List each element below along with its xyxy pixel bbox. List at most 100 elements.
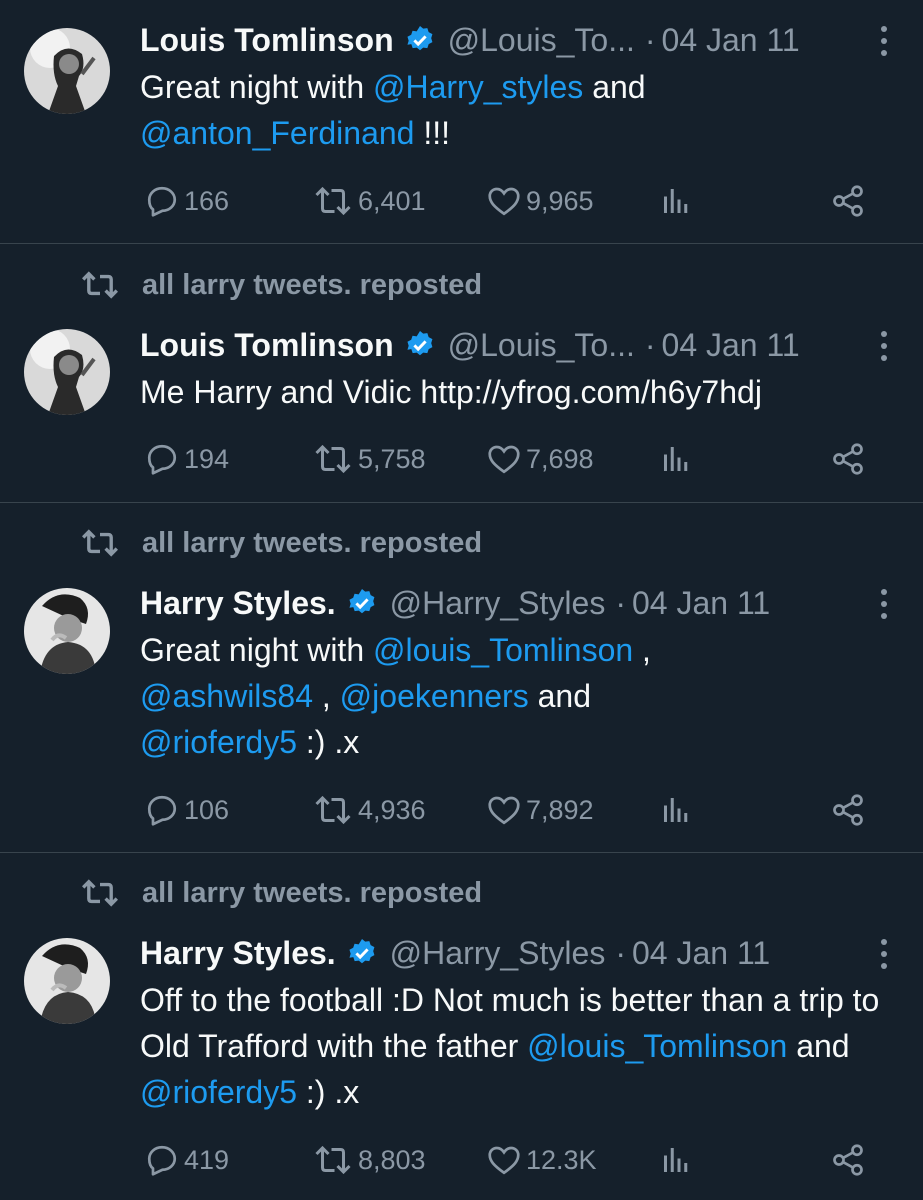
text-segment: Great night with <box>140 69 373 105</box>
mention-link[interactable]: @rioferdy5 <box>140 724 297 760</box>
views-button[interactable] <box>658 181 698 221</box>
share-button[interactable] <box>830 439 870 479</box>
reply-button[interactable]: 419 <box>144 1140 229 1180</box>
author-name[interactable]: Louis Tomlinson <box>140 22 394 59</box>
reply-count: 106 <box>184 794 230 825</box>
text-segment: :) .x <box>296 724 360 760</box>
repost-context[interactable]: all larry tweets. reposted <box>80 525 482 561</box>
heart-icon <box>488 1146 520 1175</box>
like-button[interactable]: 12.3K <box>486 1140 597 1180</box>
repost-icon <box>315 444 351 474</box>
share-icon <box>833 185 863 217</box>
reply-button[interactable]: 106 <box>144 790 229 830</box>
heart-icon <box>488 796 520 825</box>
tweet-date[interactable]: 04 Jan 11 <box>632 585 770 622</box>
share-icon <box>833 1144 863 1176</box>
more-icon[interactable] <box>879 329 889 363</box>
repost-context-label: all larry tweets. reposted <box>142 268 483 301</box>
share-button[interactable] <box>830 790 870 830</box>
verified-badge-icon <box>407 26 433 51</box>
views-button[interactable] <box>658 1140 698 1180</box>
mention-link[interactable]: @anton_Ferdinand <box>140 115 414 151</box>
repost-context[interactable]: all larry tweets. reposted <box>80 875 482 911</box>
reply-button[interactable]: 194 <box>144 439 229 479</box>
text-segment: Me Harry and Vidic http://yfrog.com/h6y7… <box>140 374 762 410</box>
like-count: 7,892 <box>526 794 594 825</box>
repost-count: 6,401 <box>358 185 426 216</box>
author-handle[interactable]: @Harry_Styles <box>390 585 606 622</box>
tweet-header: Harry Styles. @Harry_Styles · 04 Jan 11 <box>140 931 883 975</box>
tweet-date[interactable]: 04 Jan 11 <box>632 935 770 972</box>
author-name[interactable]: Harry Styles. <box>140 935 336 972</box>
separator-dot: · <box>615 934 626 971</box>
mention-link[interactable]: @rioferdy5 <box>140 1074 297 1110</box>
views-button[interactable] <box>658 790 698 830</box>
share-icon <box>833 794 863 826</box>
verified-badge-icon <box>349 939 375 964</box>
action-bar: 106 4,936 7,892 <box>140 790 880 830</box>
author-handle[interactable]: @Louis_To... <box>448 327 635 364</box>
repost-button[interactable]: 6,401 <box>312 181 426 221</box>
repost-context-label: all larry tweets. reposted <box>142 876 483 909</box>
reply-icon <box>147 186 177 217</box>
text-segment: , <box>633 632 651 668</box>
mention-link[interactable]: @joekenners <box>340 678 529 714</box>
reply-count: 166 <box>184 185 230 216</box>
repost-icon <box>315 1145 351 1175</box>
reply-button[interactable]: 166 <box>144 181 229 221</box>
views-icon <box>664 447 688 471</box>
mention-link[interactable]: @ashwils84 <box>140 678 313 714</box>
action-bar: 194 5,758 7,698 <box>140 439 880 479</box>
avatar[interactable] <box>24 938 110 1024</box>
views-icon <box>664 1148 688 1172</box>
author-name[interactable]: Harry Styles. <box>140 585 336 622</box>
tweet-date[interactable]: 04 Jan 11 <box>662 22 800 59</box>
heart-icon <box>488 187 520 216</box>
reply-icon <box>147 1145 177 1176</box>
mention-link[interactable]: @louis_Tomlinson <box>527 1028 787 1064</box>
repost-context-label: all larry tweets. reposted <box>142 526 483 559</box>
like-button[interactable]: 7,892 <box>486 790 594 830</box>
mention-link[interactable]: @Harry_styles <box>373 69 583 105</box>
reply-count: 194 <box>184 443 230 474</box>
author-handle[interactable]: @Harry_Styles <box>390 935 606 972</box>
verified-badge-icon <box>407 331 433 356</box>
repost-button[interactable]: 8,803 <box>312 1140 426 1180</box>
tweet-text: Great night with @Harry_styles and @anto… <box>140 64 900 156</box>
more-icon[interactable] <box>879 937 889 971</box>
repost-button[interactable]: 5,758 <box>312 439 426 479</box>
repost-button[interactable]: 4,936 <box>312 790 426 830</box>
tweet-text: Off to the football :D Not much is bette… <box>140 977 900 1115</box>
like-button[interactable]: 9,965 <box>486 181 594 221</box>
text-segment: and <box>787 1028 850 1064</box>
tweet-text: Great night with @louis_Tomlinson , @ash… <box>140 627 900 765</box>
share-button[interactable] <box>830 1140 870 1180</box>
tweet-date[interactable]: 04 Jan 11 <box>662 327 800 364</box>
more-icon[interactable] <box>879 587 889 621</box>
repost-icon <box>315 795 351 825</box>
like-count: 12.3K <box>526 1144 597 1175</box>
share-button[interactable] <box>830 181 870 221</box>
verified-badge-icon <box>349 589 375 614</box>
reply-icon <box>147 795 177 826</box>
separator-dot: · <box>615 584 626 621</box>
share-icon <box>833 443 863 475</box>
action-bar: 419 8,803 12.3K <box>140 1140 880 1180</box>
like-button[interactable]: 7,698 <box>486 439 594 479</box>
avatar[interactable] <box>24 28 110 114</box>
avatar[interactable] <box>24 329 110 415</box>
more-icon[interactable] <box>879 24 889 58</box>
views-icon <box>664 798 688 822</box>
views-button[interactable] <box>658 439 698 479</box>
repost-icon <box>82 271 118 299</box>
tweet-header: Harry Styles. @Harry_Styles · 04 Jan 11 <box>140 581 883 625</box>
reply-icon <box>147 444 177 475</box>
separator-dot: · <box>644 326 656 363</box>
reply-count: 419 <box>184 1144 230 1175</box>
text-segment: and <box>528 678 591 714</box>
repost-context[interactable]: all larry tweets. reposted <box>80 267 482 303</box>
author-handle[interactable]: @Louis_To... <box>448 22 635 59</box>
mention-link[interactable]: @louis_Tomlinson <box>373 632 633 668</box>
avatar[interactable] <box>24 588 110 674</box>
author-name[interactable]: Louis Tomlinson <box>140 327 394 364</box>
